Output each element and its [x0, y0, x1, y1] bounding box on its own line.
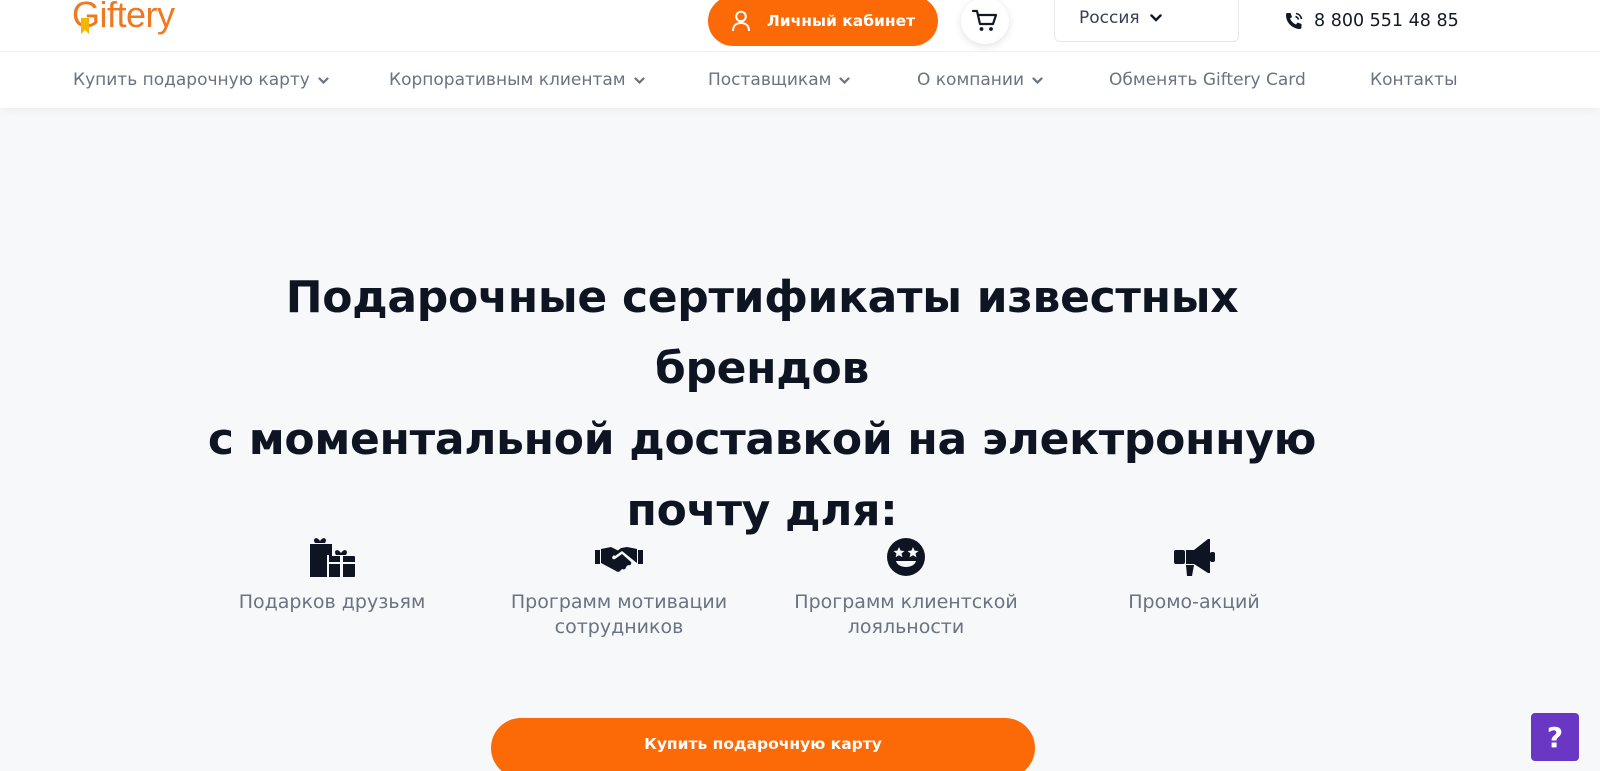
use-case-customer-loyalty: Программ клиентской лояльности — [786, 536, 1026, 640]
cart-button[interactable] — [961, 0, 1009, 44]
nav-item-contacts[interactable]: Контакты — [1370, 70, 1458, 90]
nav-item-buy-gift-card[interactable]: Купить подарочную карту — [73, 70, 329, 90]
country-select[interactable]: Россия — [1054, 0, 1239, 42]
nav-item-label: Поставщикам — [708, 70, 832, 90]
nav-item-label: Купить подарочную карту — [73, 70, 310, 90]
use-case-label-line: Программ клиентской — [794, 591, 1018, 613]
use-case-label-line: лояльности — [847, 616, 965, 638]
use-case-employee-motivation: Программ мотивации сотрудников — [499, 536, 739, 640]
use-case-label-line: сотрудников — [554, 616, 684, 638]
nav-item-label: Корпоративным клиентам — [389, 70, 626, 90]
use-case-friends: Подарков друзьям — [212, 536, 452, 615]
use-case-label-line: Промо-акций — [1128, 591, 1260, 613]
main-nav: Купить подарочную карту Корпоративным кл… — [0, 52, 1600, 108]
hero-title: Подарочные сертификаты известных брендов… — [180, 262, 1344, 546]
use-case-label: Программ мотивации сотрудников — [499, 590, 739, 640]
buy-gift-card-label: Купить подарочную карту — [644, 735, 882, 753]
nav-item-label: Обменять Giftery Card — [1109, 70, 1306, 90]
phone-number: 8 800 551 48 85 — [1314, 11, 1459, 31]
chevron-down-icon — [318, 76, 329, 84]
hero-title-line: почту для: — [626, 485, 898, 536]
hero-title-line: с моментальной доставкой на электронную — [207, 414, 1317, 465]
use-case-label: Программ клиентской лояльности — [786, 590, 1026, 640]
chevron-down-icon — [634, 76, 645, 84]
header-top-row: Giftery Личный кабинет Россия 8 800 551 … — [0, 0, 1600, 52]
user-icon — [731, 10, 750, 32]
nav-item-corporate-clients[interactable]: Корпоративным клиентам — [389, 70, 645, 90]
chevron-down-icon — [839, 76, 851, 84]
giftery-logo[interactable]: Giftery — [72, 0, 175, 36]
star-eyes-smile-icon — [887, 538, 925, 576]
use-cases: Подарков друзьям Программ мотивации сотр… — [0, 536, 1600, 656]
nav-item-about-company[interactable]: О компании — [917, 70, 1043, 90]
question-mark-icon: ? — [1546, 720, 1564, 754]
megaphone-icon — [1174, 539, 1215, 576]
nav-item-suppliers[interactable]: Поставщикам — [708, 70, 851, 90]
use-case-label-line: Подарков друзьям — [238, 591, 426, 613]
use-case-promo: Промо-акций — [1074, 536, 1314, 615]
country-value: Россия — [1079, 8, 1140, 28]
chevron-down-icon — [1149, 14, 1162, 22]
use-case-label: Подарков друзьям — [212, 590, 452, 615]
hero-title-line: Подарочные сертификаты известных брендов — [285, 272, 1239, 394]
help-button[interactable]: ? — [1531, 713, 1579, 761]
personal-cabinet-label: Личный кабинет — [766, 12, 916, 30]
phone-link[interactable]: 8 800 551 48 85 — [1284, 8, 1459, 34]
nav-item-label: Контакты — [1370, 70, 1458, 90]
nav-item-label: О компании — [917, 70, 1025, 90]
handshake-icon — [595, 547, 643, 572]
use-case-label: Промо-акций — [1074, 590, 1314, 615]
phone-icon — [1286, 12, 1303, 29]
cart-icon — [972, 9, 998, 31]
personal-cabinet-button[interactable]: Личный кабинет — [708, 0, 938, 46]
chevron-down-icon — [1032, 76, 1043, 84]
site-header: Giftery Личный кабинет Россия 8 800 551 … — [0, 0, 1600, 108]
nav-item-exchange-giftery-card[interactable]: Обменять Giftery Card — [1109, 70, 1306, 90]
gifts-icon — [310, 538, 355, 577]
use-case-label-line: Программ мотивации — [510, 591, 728, 613]
buy-gift-card-button[interactable]: Купить подарочную карту — [491, 718, 1035, 771]
